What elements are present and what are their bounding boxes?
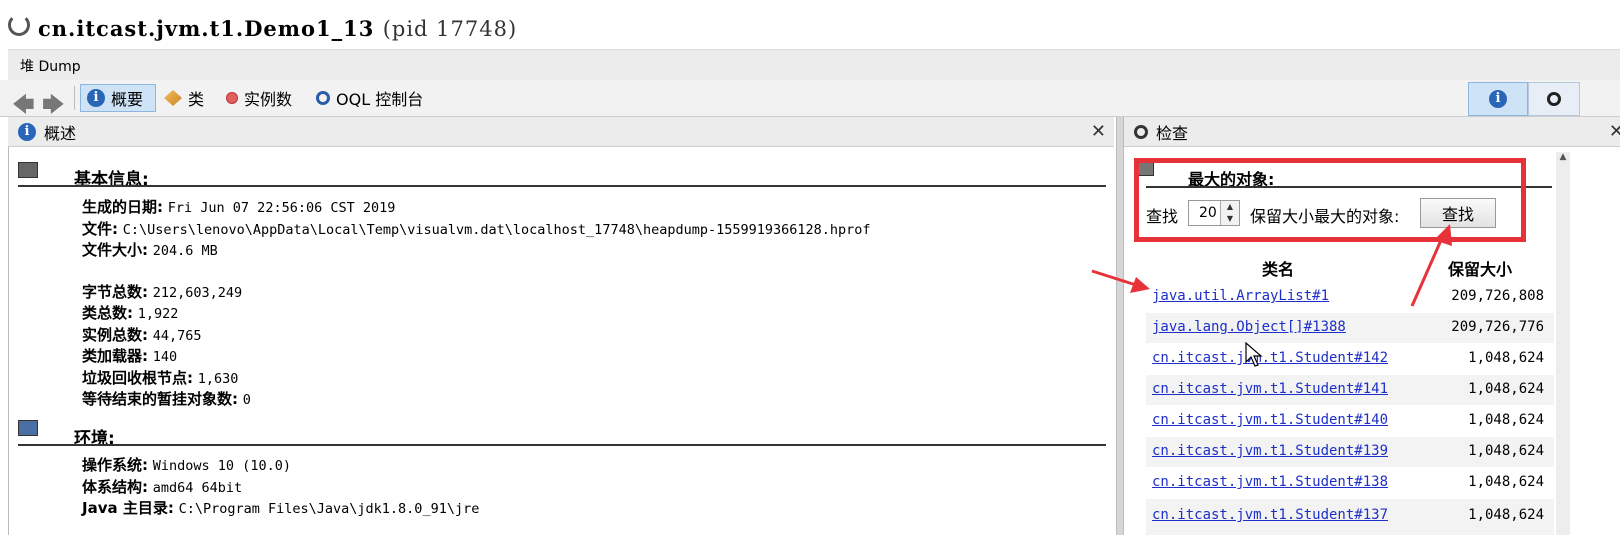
object-link[interactable]: cn.itcast.jvm.t1.Student#137	[1152, 507, 1388, 523]
object-link[interactable]: cn.itcast.jvm.t1.Student#140	[1152, 412, 1388, 428]
pending-finalization-line: 等待结束的暂挂对象数: 0	[82, 390, 251, 408]
scroll-up-icon[interactable]: ▲	[1556, 152, 1570, 166]
file-line: 文件: C:\Users\lenovo\AppData\Local\Temp\v…	[82, 219, 871, 238]
object-link[interactable]: java.util.ArrayList#1	[1152, 288, 1329, 304]
column-header-class-name[interactable]: 类名	[1262, 256, 1294, 280]
retained-size-value: 1,048,624	[1468, 443, 1544, 459]
object-link[interactable]: java.lang.Object[]#1388	[1152, 319, 1346, 335]
os-line: 操作系统: Windows 10 (10.0)	[82, 456, 291, 474]
retained-size-value: 209,726,776	[1451, 319, 1544, 335]
environment-icon	[18, 420, 38, 436]
table-row: java.util.ArrayList#1 209,726,808	[1146, 282, 1554, 312]
info-icon: i	[18, 122, 36, 141]
toolbar-separator	[74, 86, 75, 110]
overview-panel-title: 概述	[44, 123, 77, 143]
mouse-cursor-icon	[1245, 342, 1263, 367]
table-row: java.lang.Object[]#1388 209,726,776	[1146, 313, 1554, 343]
tab-strip	[8, 49, 1620, 80]
summary-label: 概要	[111, 90, 144, 109]
retained-size-value: 1,048,624	[1468, 474, 1544, 490]
info-icon: i	[87, 89, 105, 107]
basic-info-icon	[18, 162, 38, 178]
object-link[interactable]: cn.itcast.jvm.t1.Student#142	[1152, 350, 1388, 366]
inspect-panel-header: 检查 ✕	[1124, 117, 1620, 147]
panel-border	[8, 147, 9, 535]
basic-info-list: 生成的日期: Fri Jun 07 22:56:06 CST 2019 文件: …	[82, 197, 871, 411]
table-row: cn.itcast.jvm.t1.Student#139 1,048,624	[1146, 437, 1554, 467]
gc-roots-line: 垃圾回收根节点: 1,630	[82, 368, 239, 387]
file-size-line: 文件大小: 204.6 MB	[82, 241, 218, 259]
table-row: cn.itcast.jvm.t1.Student#140 1,048,624	[1146, 406, 1554, 436]
tab-heap-dump[interactable]: 堆 Dump	[20, 56, 81, 76]
retained-size-value: 1,048,624	[1468, 350, 1544, 366]
close-icon[interactable]: ✕	[1609, 121, 1620, 142]
instance-icon	[226, 92, 238, 104]
overview-panel-header: i 概述 ✕	[8, 117, 1114, 147]
table-row: cn.itcast.jvm.t1.Student#137 1,048,624	[1146, 499, 1554, 535]
summary-button[interactable]: i 概要	[80, 84, 156, 112]
classes-button[interactable]: 类	[158, 84, 216, 112]
window-title: cn.itcast.jvm.t1.Demo1_13 (pid 17748)	[38, 16, 517, 41]
app-class-name: cn.itcast.jvm.t1.Demo1_13	[38, 16, 375, 41]
search-icon	[1547, 92, 1561, 106]
retained-size-value: 209,726,808	[1451, 288, 1544, 304]
instances-button[interactable]: 实例数	[220, 84, 306, 112]
oql-label: OQL 控制台	[336, 90, 424, 109]
section-divider	[18, 185, 1106, 187]
total-instances-line: 实例总数: 44,765	[82, 325, 202, 344]
section-divider	[18, 444, 1106, 446]
panel-splitter[interactable]	[1116, 117, 1124, 535]
process-id: (pid 17748)	[382, 17, 518, 41]
inspect-toggle-button[interactable]	[1528, 82, 1580, 116]
object-link[interactable]: cn.itcast.jvm.t1.Student#138	[1152, 474, 1388, 490]
classes-label: 类	[188, 90, 205, 109]
table-row: cn.itcast.jvm.t1.Student#142 1,048,624	[1146, 344, 1554, 374]
total-classes-line: 类总数: 1,922	[82, 304, 179, 322]
annotation-highlight-box	[1134, 158, 1526, 242]
retained-size-value: 1,048,624	[1468, 412, 1544, 428]
environment-list: 操作系统: Windows 10 (10.0) 体系结构: amd64 64bi…	[82, 455, 479, 520]
retained-size-value: 1,048,624	[1468, 507, 1544, 523]
oql-console-button[interactable]: OQL 控制台	[310, 84, 430, 112]
info-icon: i	[1489, 90, 1507, 108]
table-row: cn.itcast.jvm.t1.Student#141 1,048,624	[1146, 375, 1554, 405]
close-icon[interactable]: ✕	[1091, 121, 1106, 142]
object-link[interactable]: cn.itcast.jvm.t1.Student#139	[1152, 443, 1388, 459]
loading-spinner-icon	[8, 14, 30, 36]
oql-search-icon	[316, 91, 330, 105]
annotation-arrow-icon	[1091, 269, 1150, 293]
generated-date-line: 生成的日期: Fri Jun 07 22:56:06 CST 2019	[82, 198, 396, 216]
retained-size-value: 1,048,624	[1468, 381, 1544, 397]
vertical-scrollbar[interactable]	[1556, 152, 1570, 535]
annotation-arrow-icon	[1410, 224, 1452, 307]
info-toggle-button[interactable]: i	[1468, 82, 1528, 116]
java-home-line: Java 主目录: C:\Program Files\Java\jdk1.8.0…	[82, 499, 480, 517]
class-icon	[164, 90, 182, 106]
architecture-line: 体系结构: amd64 64bit	[82, 477, 243, 496]
object-link[interactable]: cn.itcast.jvm.t1.Student#141	[1152, 381, 1388, 397]
table-row: cn.itcast.jvm.t1.Student#138 1,048,624	[1146, 468, 1554, 498]
inspect-panel-title: 检查	[1156, 123, 1189, 143]
search-icon	[1134, 124, 1148, 139]
instances-label: 实例数	[244, 90, 293, 109]
total-bytes-line: 字节总数: 212,603,249	[82, 282, 243, 301]
classloaders-line: 类加载器: 140	[82, 347, 178, 365]
